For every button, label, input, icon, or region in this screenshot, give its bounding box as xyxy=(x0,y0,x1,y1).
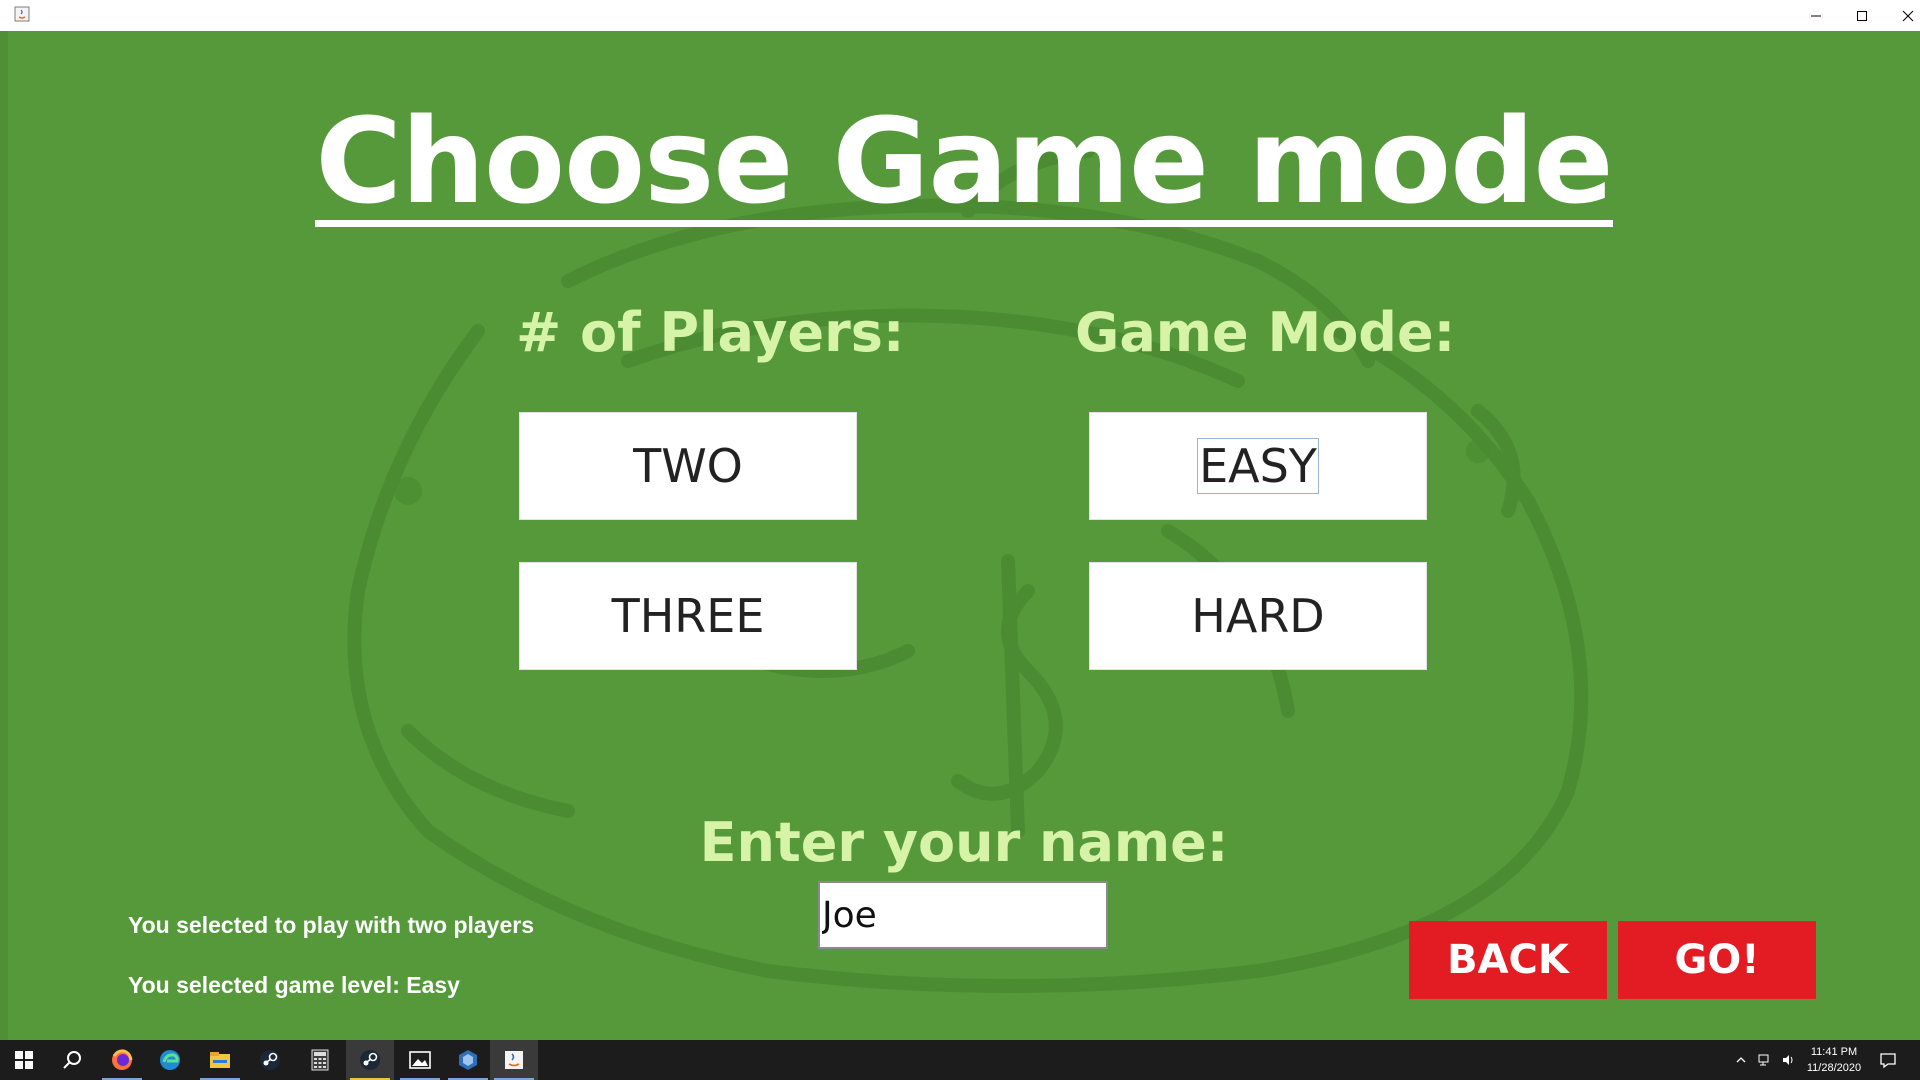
window-edge xyxy=(0,31,8,1040)
page-title-text: Choose Game mode xyxy=(315,92,1614,230)
minimize-button[interactable] xyxy=(1793,0,1839,31)
taskbar-photos[interactable] xyxy=(396,1040,444,1080)
java-app-icon xyxy=(14,6,30,22)
chevron-up-icon[interactable] xyxy=(1734,1053,1748,1067)
three-players-label: THREE xyxy=(611,589,765,643)
file-explorer-icon xyxy=(210,1052,230,1068)
maximize-icon xyxy=(1857,10,1867,21)
calculator-icon xyxy=(311,1049,329,1071)
java-app-icon xyxy=(505,1051,523,1069)
firefox-icon xyxy=(112,1049,133,1070)
windows-start-icon xyxy=(15,1051,33,1069)
maximize-button[interactable] xyxy=(1839,0,1885,31)
notification-icon[interactable] xyxy=(1878,1050,1898,1070)
steam-icon xyxy=(260,1050,280,1070)
players-heading: # of Players: xyxy=(516,301,905,364)
clock-time: 11:41 PM xyxy=(1810,1046,1858,1058)
back-label: BACK xyxy=(1447,937,1569,983)
start-button[interactable] xyxy=(0,1040,48,1080)
network-icon[interactable] xyxy=(1758,1053,1772,1067)
game-mode-screen: Choose Game mode # of Players: Game Mode… xyxy=(8,31,1920,1040)
three-players-button[interactable]: THREE xyxy=(519,562,857,670)
search-button[interactable] xyxy=(48,1040,96,1080)
system-tray xyxy=(1734,1040,1796,1080)
minimize-icon xyxy=(1811,15,1821,16)
taskbar-firefox[interactable] xyxy=(98,1040,146,1080)
name-heading: Enter your name: xyxy=(699,811,1229,874)
taskbar-calculator[interactable] xyxy=(296,1040,344,1080)
two-players-label: TWO xyxy=(633,439,743,493)
level-selection-status: You selected game level: Easy xyxy=(128,972,460,998)
clock-date: 11/28/2020 xyxy=(1806,1062,1862,1074)
hard-mode-button[interactable]: HARD xyxy=(1089,562,1427,670)
close-button[interactable] xyxy=(1885,0,1920,31)
go-label: GO! xyxy=(1674,937,1760,983)
taskbar-edge[interactable] xyxy=(146,1040,194,1080)
easy-mode-button[interactable]: EASY xyxy=(1089,412,1427,520)
go-button[interactable]: GO! xyxy=(1618,921,1816,999)
photos-icon xyxy=(409,1051,431,1069)
easy-mode-label: EASY xyxy=(1197,438,1319,494)
taskbar-virtualbox[interactable] xyxy=(444,1040,492,1080)
window-title-bar[interactable] xyxy=(0,0,1920,32)
virtualbox-icon xyxy=(459,1050,477,1070)
taskbar-java-app[interactable] xyxy=(490,1040,538,1080)
taskbar-file-explorer[interactable] xyxy=(196,1040,244,1080)
volume-icon[interactable] xyxy=(1782,1053,1796,1067)
player-name-input[interactable] xyxy=(818,881,1108,949)
steam-active-icon xyxy=(360,1050,380,1070)
taskbar-steam[interactable] xyxy=(246,1040,294,1080)
taskbar: 11:41 PM 11/28/2020 xyxy=(0,1040,1920,1080)
hard-mode-label: HARD xyxy=(1191,589,1325,643)
two-players-button[interactable]: TWO xyxy=(519,412,857,520)
search-icon xyxy=(63,1051,81,1069)
edge-icon xyxy=(160,1050,180,1070)
taskbar-steam-active[interactable] xyxy=(346,1040,394,1080)
players-selection-status: You selected to play with two players xyxy=(128,912,535,938)
page-title: Choose Game mode xyxy=(8,91,1920,231)
close-icon xyxy=(1902,10,1914,21)
game-mode-heading: Game Mode: xyxy=(1075,301,1456,364)
clock[interactable]: 11:41 PM 11/28/2020 xyxy=(1796,1044,1872,1076)
back-button[interactable]: BACK xyxy=(1409,921,1607,999)
